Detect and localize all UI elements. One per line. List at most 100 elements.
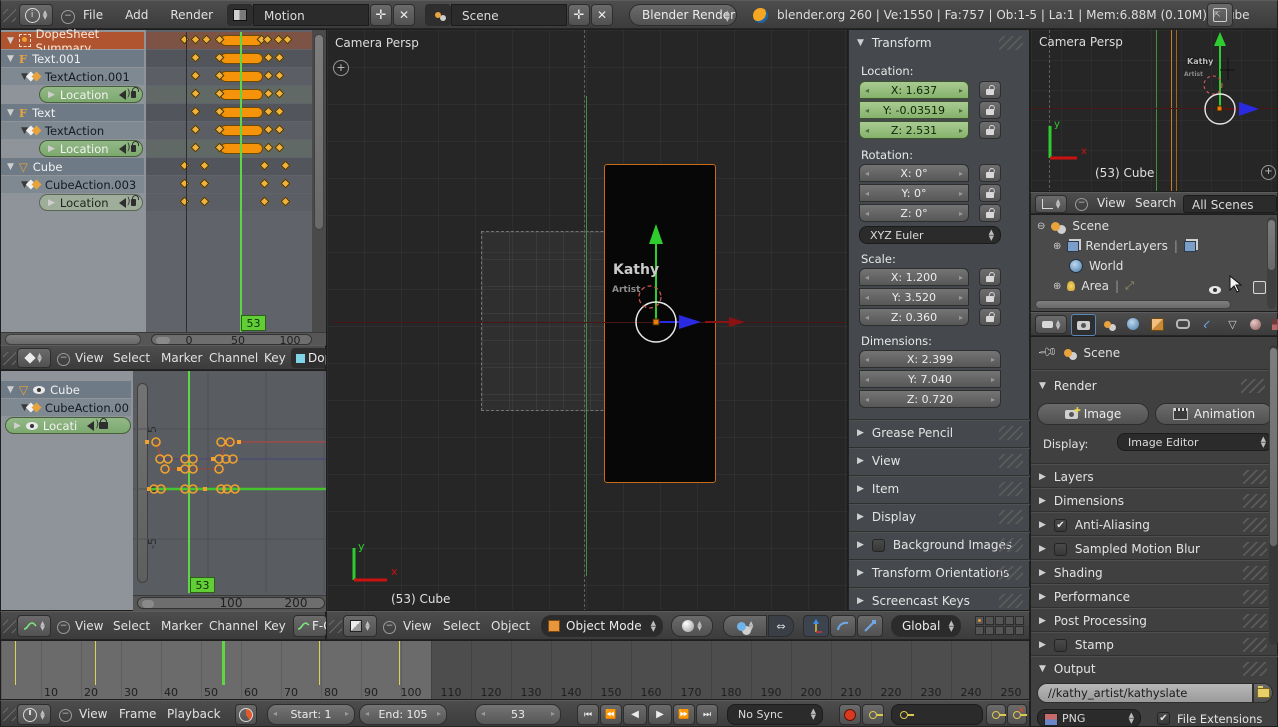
mode-dropdown[interactable]: Object Mode ▲▼ <box>541 615 663 637</box>
channel-textaction-001[interactable]: ▼TextAction.001 <box>1 68 144 85</box>
add-scene-button[interactable]: ✛ <box>568 4 590 26</box>
panel-grip[interactable] <box>999 454 1023 468</box>
layer-toggle[interactable] <box>975 626 984 635</box>
dopesheet-playhead[interactable] <box>240 32 242 332</box>
outliner-vscroll[interactable] <box>1267 219 1276 271</box>
ds-menu-marker[interactable]: Marker <box>161 344 202 373</box>
render-animation-button[interactable]: Animation <box>1155 403 1273 425</box>
corner-grip[interactable] <box>3 9 16 22</box>
panel-post-processing[interactable]: ▶Post Processing <box>1039 614 1147 628</box>
panel-grip[interactable] <box>999 566 1023 580</box>
scroll-endcap[interactable] <box>142 600 154 608</box>
current-frame-field[interactable]: ◂53▸ <box>475 704 561 725</box>
outliner-item-renderlayers[interactable]: ⊕ RenderLayers | <box>1053 239 1196 253</box>
transform-panel-header[interactable]: ▼ Transform <box>857 36 932 50</box>
panel-grip[interactable] <box>1243 542 1267 556</box>
axis-arrow-green[interactable] <box>649 224 663 244</box>
sync-dropdown[interactable]: No Sync ▲▼ <box>727 704 823 725</box>
dim-z-field[interactable]: ◂Z: 0.720▸ <box>859 390 1001 408</box>
manipulator-gizmo[interactable] <box>587 220 747 370</box>
speaker-icon[interactable] <box>114 90 126 100</box>
properties-vscroll-track[interactable] <box>1269 345 1278 645</box>
channel-location[interactable]: ▶Location <box>39 194 143 211</box>
editor-type-button-3dview[interactable]: ▲▼ <box>343 615 377 637</box>
expand-icon[interactable]: ⊕ <box>1053 281 1061 292</box>
panel-stamp[interactable]: ▶Stamp <box>1039 638 1114 652</box>
menu-render[interactable]: Render <box>170 1 213 30</box>
text-object-circle[interactable] <box>639 286 661 308</box>
add-screen-button[interactable]: ✛ <box>370 4 392 26</box>
speaker-icon[interactable] <box>82 421 94 431</box>
tab-texture[interactable] <box>1266 314 1278 334</box>
layer-toggle[interactable] <box>995 616 1004 625</box>
panel-grip[interactable] <box>1243 638 1267 652</box>
scale-manipulator-button[interactable] <box>857 615 883 637</box>
renderability-camera-icon[interactable] <box>1253 281 1266 294</box>
layer-grid-1[interactable] <box>975 616 1027 636</box>
motion-blur-checkbox[interactable] <box>1054 543 1067 556</box>
panel-grip[interactable] <box>1243 590 1267 604</box>
channel-text-001[interactable]: ▼FText.001 <box>1 50 144 67</box>
expand-icon[interactable]: ▶ <box>48 144 55 154</box>
speaker-icon[interactable] <box>114 144 126 154</box>
editor-type-button-timeline[interactable]: ▲▼ <box>17 704 51 725</box>
layer-toggle[interactable] <box>1015 626 1024 635</box>
viewport-3d[interactable]: Kathy Artist Camera Persp + y x (53) Cub… <box>326 29 848 611</box>
lock-rotation-y[interactable] <box>979 184 1001 202</box>
expand-icon[interactable]: ▼ <box>21 72 28 82</box>
panel-output[interactable]: ▼Output <box>1039 662 1096 676</box>
ge-menu-view[interactable]: View <box>75 612 103 641</box>
channel-location[interactable]: ▶Location <box>39 140 143 157</box>
scene-name[interactable]: Scene <box>451 4 567 26</box>
expand-icon[interactable]: ⊕ <box>1053 241 1061 252</box>
scale-x-field[interactable]: ◂X: 1.200▸ <box>859 268 969 286</box>
outliner-item-scene[interactable]: ⊖ Scene <box>1037 219 1109 233</box>
end-frame-field[interactable]: ◂End: 105▸ <box>359 704 447 725</box>
ge-menu-channel[interactable]: Channel <box>209 612 258 641</box>
panel-item[interactable]: ▶Item <box>857 482 899 496</box>
corner-grip[interactable] <box>329 620 342 633</box>
tab-modifiers[interactable]: ⌐ <box>1196 314 1219 334</box>
channel-dopesheet-summary[interactable]: ▼DopeSheet Summary <box>1 32 144 49</box>
record-button[interactable] <box>839 704 861 725</box>
corner-grip[interactable] <box>3 708 16 721</box>
channel-location[interactable]: ▶Location <box>39 86 143 103</box>
tab-scene[interactable] <box>1096 314 1119 334</box>
dim-y-field[interactable]: ◂Y: 7.040▸ <box>859 370 1001 388</box>
editor-type-button-graph[interactable]: ▲▼ <box>17 615 51 637</box>
scale-z-field[interactable]: ◂Z: 0.360▸ <box>859 308 969 326</box>
rotation-x-field[interactable]: ◂X: 0°▸ <box>859 164 969 182</box>
lock-icon[interactable] <box>99 422 108 429</box>
collapse-menus-icon[interactable]: − <box>1075 198 1088 211</box>
lock-rotation-z[interactable] <box>979 204 1001 222</box>
location-y-field[interactable]: ◂Y: -0.03519▸ <box>859 101 969 119</box>
ge-menu-select[interactable]: Select <box>113 612 150 641</box>
rotation-z-field[interactable]: ◂Z: 0°▸ <box>859 204 969 222</box>
expand-icon[interactable]: ▼ <box>7 54 14 64</box>
play-button[interactable]: ▶ <box>648 704 672 725</box>
ds-menu-view[interactable]: View <box>75 344 103 373</box>
ge-menu-key[interactable]: Key <box>264 612 286 641</box>
display-dropdown[interactable]: Image Editor ▲▼ <box>1117 433 1273 451</box>
expand-icon[interactable]: ▼ <box>21 403 28 413</box>
panel-background-images[interactable]: ▶Background Images <box>857 538 1012 552</box>
corner-grip[interactable] <box>3 352 16 365</box>
lock-location-x[interactable] <box>979 81 1001 99</box>
screen-layout-icon[interactable] <box>227 4 253 26</box>
panel-transform-orientations[interactable]: ▶Transform Orientations <box>857 566 1009 580</box>
editor-type-button-properties[interactable]: ▲▼ <box>1035 315 1067 334</box>
properties-vscroll[interactable] <box>1269 347 1278 547</box>
panel-display[interactable]: ▶Display <box>857 510 916 524</box>
graph-channel-location[interactable]: ▶ Locati <box>5 417 131 434</box>
tab-material[interactable] <box>1244 314 1267 334</box>
autokey-mode-button[interactable] <box>862 704 884 725</box>
expand-icon[interactable]: ▼ <box>7 162 14 172</box>
render-engine-dropdown[interactable]: Blender Render ▲▼ <box>629 4 737 26</box>
collapse-menus-icon[interactable]: − <box>61 10 75 24</box>
expand-icon[interactable]: ▶ <box>48 198 55 208</box>
translate-manipulator-button[interactable] <box>803 615 829 637</box>
dopesheet-vscroll[interactable] <box>314 34 324 230</box>
lock-icon[interactable] <box>131 199 136 206</box>
dopesheet-mode-dropdown[interactable]: DopeSheet <box>291 348 327 368</box>
collapse-icon[interactable]: ⊖ <box>1037 221 1045 232</box>
